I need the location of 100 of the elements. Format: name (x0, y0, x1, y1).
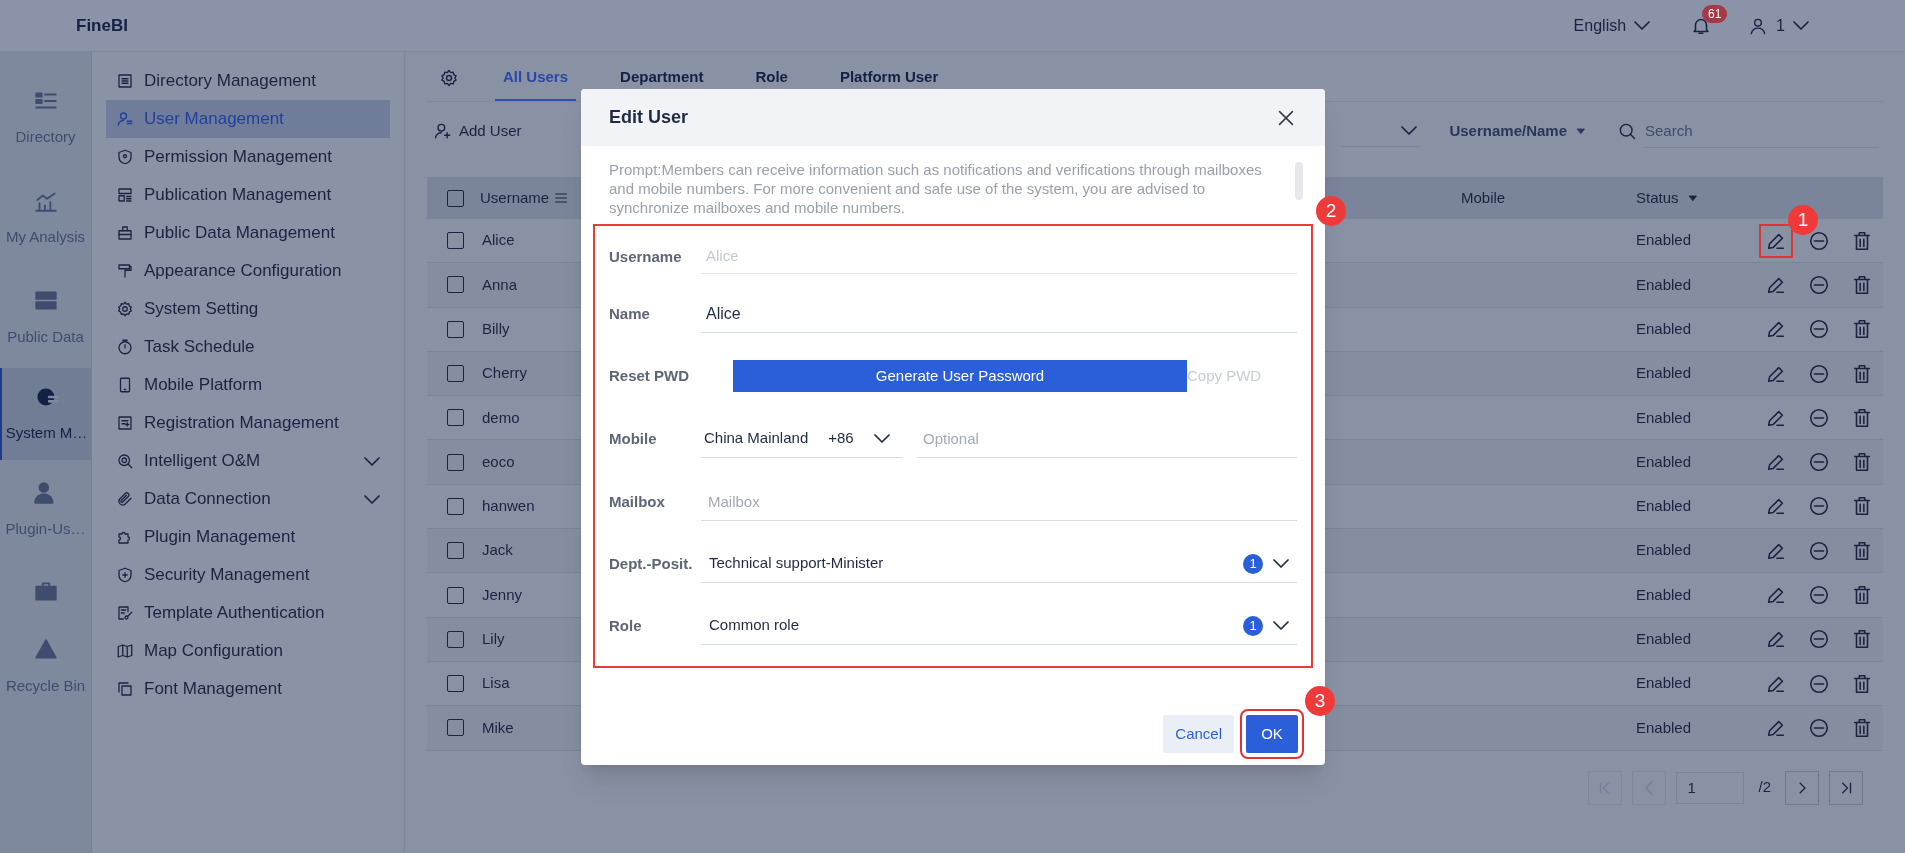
nav-item[interactable]: System Setting (106, 290, 390, 328)
nav-item[interactable]: Plugin Management (106, 518, 390, 556)
chevron-down-icon (1273, 559, 1289, 568)
user-menu[interactable]: 1 (1748, 13, 1809, 38)
checkbox[interactable] (447, 189, 464, 207)
trash-icon[interactable] (1851, 539, 1873, 562)
nav-item[interactable]: Map Configuration (106, 632, 390, 670)
notification-badge: 61 (1702, 4, 1728, 23)
nav-item[interactable]: Permission Management (106, 138, 390, 176)
tab[interactable]: Platform User (831, 55, 947, 101)
nav-item[interactable]: Directory Management (106, 62, 390, 100)
cancel-button[interactable]: Cancel (1163, 715, 1234, 753)
user-icon (116, 110, 134, 128)
table-cell: Lisa (482, 674, 510, 692)
nav-item[interactable]: Appearance Configuration (106, 252, 390, 290)
checkbox[interactable] (447, 719, 464, 737)
multi-select-field[interactable]: Technical support-Minister 1 (701, 545, 1297, 583)
last-page-button[interactable] (1829, 770, 1863, 805)
field-label: Reset PWD (609, 365, 691, 386)
trash-icon[interactable] (1851, 229, 1873, 252)
table-cell-text: Enabled (1636, 319, 1693, 339)
nav-item[interactable]: Public Data Management (106, 214, 390, 252)
checkbox[interactable] (447, 365, 464, 383)
trash-icon[interactable] (1851, 716, 1873, 739)
rail-item[interactable]: System M… (0, 368, 91, 460)
search-icon (1617, 121, 1637, 141)
trash-icon[interactable] (1851, 362, 1873, 385)
minus-circle-icon[interactable] (1808, 229, 1830, 252)
nav-item[interactable]: Data Connection (106, 480, 390, 518)
minus-circle-icon[interactable] (1808, 672, 1830, 695)
add-user-button[interactable]: Add User (433, 119, 522, 143)
trash-icon[interactable] (1851, 584, 1873, 606)
nav-item[interactable]: Security Management (106, 556, 390, 594)
building-icon (116, 224, 134, 242)
column-header: Status (1636, 187, 1679, 208)
generate-password-button[interactable]: Generate User Password (733, 360, 1187, 392)
mobile-field[interactable]: Optional (917, 420, 1297, 458)
nav-item[interactable]: Registration Management (106, 404, 390, 442)
country-code-dropdown[interactable]: China Mainland +86 (701, 420, 903, 458)
trash-icon[interactable] (1851, 406, 1873, 429)
table-cell: eoco (482, 452, 515, 470)
tab[interactable]: Role (747, 55, 796, 101)
count-badge: 1 (1243, 553, 1263, 574)
nav-item[interactable]: Template Authentication (106, 594, 390, 632)
checkbox[interactable] (447, 232, 464, 250)
tab[interactable]: Department (612, 55, 712, 101)
chevron-down-icon (1634, 21, 1651, 30)
trash-icon[interactable] (1851, 495, 1873, 518)
field-label: Username (609, 246, 683, 267)
checkbox[interactable] (447, 630, 464, 648)
checkbox[interactable] (447, 542, 464, 560)
nav-item[interactable]: Intelligent O&M (106, 442, 390, 480)
minus-circle-icon[interactable] (1808, 539, 1830, 562)
checkbox[interactable] (447, 409, 464, 427)
minus-circle-icon[interactable] (1808, 362, 1830, 385)
minus-circle-icon[interactable] (1808, 451, 1830, 474)
trash-icon[interactable] (1851, 672, 1873, 695)
nav-item[interactable]: Task Schedule (106, 328, 390, 366)
trash-icon[interactable] (1851, 318, 1873, 341)
checkbox[interactable] (447, 320, 464, 338)
filter-dropdown[interactable]: Username/Name (1449, 119, 1587, 143)
checkbox[interactable] (447, 276, 464, 294)
checkbox[interactable] (447, 675, 464, 693)
caret-down-icon[interactable] (1686, 192, 1699, 204)
scrollbar-thumb (1295, 162, 1303, 200)
trash-icon[interactable] (1851, 273, 1873, 296)
nav-item[interactable]: Publication Management (106, 176, 390, 214)
checkbox[interactable] (447, 453, 464, 471)
checkbox[interactable] (447, 497, 464, 515)
minus-circle-icon[interactable] (1808, 318, 1830, 341)
mailbox-field[interactable]: Mailbox (701, 483, 1297, 521)
table-cell: Lily (482, 630, 505, 648)
language-selector[interactable]: English (1573, 13, 1651, 38)
user-plus-icon (433, 121, 453, 141)
table-cell-text: Enabled (1636, 363, 1693, 384)
tab[interactable]: All Users (495, 55, 577, 101)
table-cell: Alice (482, 231, 515, 249)
trash-icon[interactable] (1851, 628, 1873, 651)
minus-circle-icon[interactable] (1808, 628, 1830, 651)
search-field[interactable]: Search (1645, 114, 1879, 148)
page-field[interactable]: 1 (1676, 771, 1745, 804)
caret-down-icon (1575, 125, 1587, 137)
table-cell-text: Enabled (1636, 230, 1693, 251)
minus-circle-icon[interactable] (1808, 273, 1830, 296)
page-total: /2 (1757, 777, 1772, 798)
table-cell: Jack (482, 541, 513, 559)
layout-icon (116, 186, 134, 204)
minus-circle-icon[interactable] (1808, 716, 1830, 739)
name-field[interactable]: Alice (701, 295, 1297, 333)
chevron-down-icon (1401, 126, 1418, 135)
nav-item[interactable]: Mobile Platform (106, 366, 390, 404)
minus-circle-icon[interactable] (1808, 495, 1830, 518)
minus-circle-icon[interactable] (1808, 584, 1830, 606)
paperclip-icon (116, 490, 134, 508)
trash-icon[interactable] (1851, 451, 1873, 474)
minus-circle-icon[interactable] (1808, 406, 1830, 429)
multi-select-field[interactable]: Common role 1 (701, 607, 1297, 645)
checkbox[interactable] (447, 586, 464, 604)
chevron-down-icon (873, 434, 890, 443)
nav-item[interactable]: Font Management (106, 670, 390, 708)
